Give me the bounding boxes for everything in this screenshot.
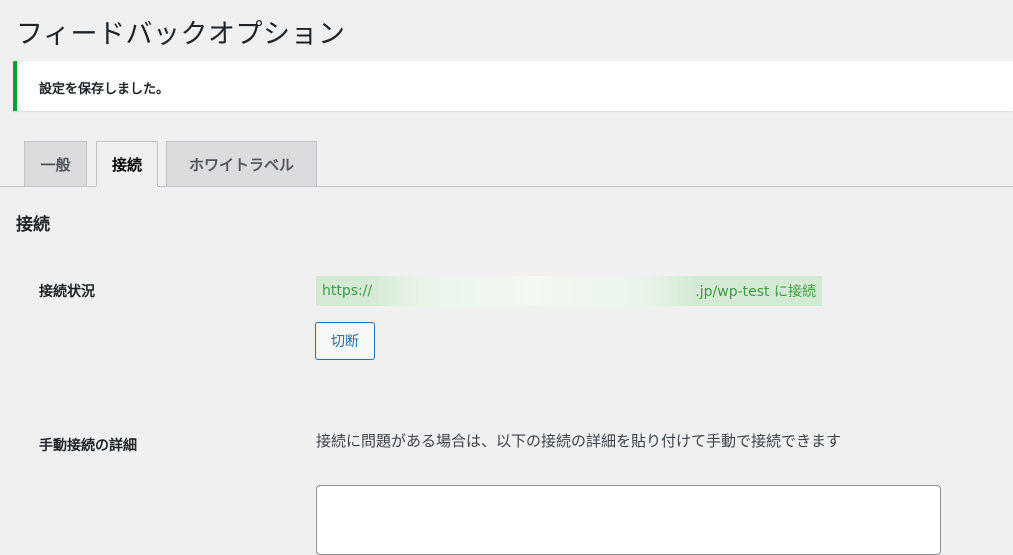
- status-url-suffix: .jp/wp-test に接続: [695, 284, 816, 300]
- connection-status-label: 接続状況: [39, 284, 95, 300]
- section-title: 接続: [16, 215, 50, 235]
- tab-general[interactable]: 一般: [24, 141, 87, 186]
- manual-connection-textarea[interactable]: [316, 485, 941, 555]
- manual-connection-description: 接続に問題がある場合は、以下の接続の詳細を貼り付けて手動で接続できます: [316, 432, 842, 450]
- notice-text: 設定を保存しました。: [39, 82, 170, 97]
- tab-bar: 一般 接続 ホワイトラベル: [0, 141, 1013, 187]
- redacted-url-blur: [372, 276, 696, 306]
- connection-status-text: https:// .jp/wp-test に接続: [316, 276, 822, 306]
- page-title: フィードバックオプション: [16, 19, 346, 50]
- disconnect-button[interactable]: 切断: [315, 322, 375, 360]
- tab-connection-label: 接続: [111, 155, 142, 174]
- success-notice: 設定を保存しました。: [13, 61, 1013, 111]
- tab-general-label: 一般: [40, 155, 71, 174]
- tab-connection[interactable]: 接続: [96, 141, 158, 187]
- manual-connection-label: 手動接続の詳細: [39, 438, 137, 454]
- tab-white-label-label: ホワイトラベル: [188, 155, 294, 174]
- status-url-prefix: https://: [322, 283, 373, 299]
- tab-white-label[interactable]: ホワイトラベル: [166, 141, 317, 186]
